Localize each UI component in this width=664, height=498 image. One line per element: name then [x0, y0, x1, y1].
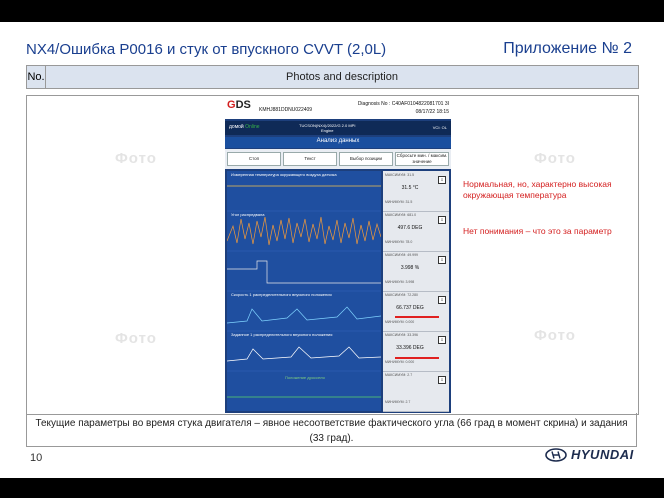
photo-placeholder-2: Фото: [534, 150, 576, 167]
value-row: МАКСИМУМ: 33.396 33.396 DEG МИНИМУМ: 0.0…: [383, 331, 449, 372]
plot-line-actual-position: [227, 306, 381, 324]
value-row: МАКСИМУМ: 2.7 МИНИМУМ: 2.7 ⇩: [383, 371, 449, 412]
caption: Текущие параметры во время стука двигате…: [26, 413, 637, 447]
plot-label: Положение дросселя: [285, 375, 325, 380]
plot-line-target-position: [227, 346, 381, 362]
gds-logo: GDS: [227, 99, 251, 111]
value-row: МАКСИМУМ: 49.999 3.998 % МИНИМУМ: 3.998 …: [383, 251, 449, 292]
plot-line-cam-angle: [227, 216, 381, 246]
top-black-bar: [0, 0, 664, 22]
value-row: МАКСИМУМ: 681.0 497.6 DEG МИНИМУМ: 78.0 …: [383, 211, 449, 252]
home-button[interactable]: домой Online: [229, 124, 260, 130]
value-text: 31.5 °C: [401, 185, 419, 191]
value-row: МАКСИМУМ: 31.5 31.5 °C МИНИМУМ: 31.5 ⇩: [383, 171, 449, 212]
table-header: No. Photos and description: [26, 65, 639, 89]
gds-screenshot: GDS KMHJ881DDNU022409 Diagnosis No : C40…: [225, 97, 451, 413]
slide-title: NX4/Ошибка P0016 и стук от впускного CVV…: [26, 41, 387, 58]
value-text: 66.737 DEG: [396, 305, 424, 311]
value-text: 3.998 %: [400, 265, 420, 271]
page-number: 10: [30, 452, 43, 464]
diagnosis-info: Diagnosis No : C40AF0104822081701 3I 08/…: [358, 100, 449, 116]
note-temperature: Нормальная, но, характерно высокая окруж…: [463, 179, 612, 200]
photo-placeholder-3: Фото: [115, 330, 157, 347]
hyundai-emblem-icon: [545, 447, 567, 462]
diagnosis-time: 08/17/22 18:15: [415, 109, 449, 115]
graph-toggle-icon[interactable]: ⇩: [438, 176, 446, 184]
vci-status: VCI: OL: [432, 125, 447, 130]
vin-number: KMHJ881DDNU022409: [259, 107, 313, 113]
plot-label: Заданное 1 распределительного впускного …: [231, 332, 333, 337]
note-unknown-parameter: Нет понимания – что это за параметр: [463, 226, 612, 236]
column-no: No.: [27, 66, 46, 88]
graph-toggle-icon[interactable]: ⇩: [438, 256, 446, 264]
stop-button[interactable]: Стоп: [227, 152, 281, 166]
gds-header: GDS KMHJ881DDNU022409 Diagnosis No : C40…: [225, 97, 451, 119]
graph-toggle-icon[interactable]: ⇩: [438, 216, 446, 224]
screen-title: Анализ данных: [316, 138, 360, 144]
value-text: 497.6 DEG: [397, 225, 423, 231]
value-text: 33.396 DEG: [396, 345, 424, 351]
plot-label: Измеренная температура окружающего возду…: [231, 172, 337, 177]
screen-title-bar: Анализ данных: [225, 137, 451, 148]
gds-nav-bar: домой Online TUCSON(NX4)/2022/G 2.0 MPI …: [225, 121, 451, 135]
column-photos: Photos and description: [46, 66, 638, 88]
vehicle-info: TUCSON(NX4)/2022/G 2.0 MPI Engine: [299, 123, 356, 133]
highlight-underline-target: [395, 357, 439, 359]
appendix-label: Приложение № 2: [503, 40, 632, 57]
diagnosis-number: Diagnosis No : C40AF0104822081701 3I: [357, 101, 449, 107]
graph-toggle-icon[interactable]: ⇩: [438, 336, 446, 344]
select-position-button[interactable]: Выбор позиции: [339, 152, 393, 166]
graph-toggle-icon[interactable]: ⇩: [438, 296, 446, 304]
brand-wordmark: HYUNDAI: [571, 447, 634, 462]
photo-placeholder-4: Фото: [534, 327, 576, 344]
photo-placeholder-1: Фото: [115, 150, 157, 167]
plot-label: Угол распредвала: [231, 212, 265, 217]
toolbar: Стоп Текст Выбор позиции Сбросьте мин. /…: [225, 149, 451, 169]
text-button[interactable]: Текст: [283, 152, 337, 166]
value-row: МАКСИМУМ: 72.280 66.737 DEG МИНИМУМ: 0.0…: [383, 291, 449, 332]
graph-toggle-icon[interactable]: ⇩: [438, 376, 446, 384]
plot-line-duty: [227, 260, 381, 284]
highlight-underline-actual: [395, 316, 439, 318]
hyundai-logo: HYUNDAI: [545, 447, 634, 462]
reset-minmax-button[interactable]: Сбросьте мин. / максим. значение: [395, 152, 449, 166]
bottom-black-bar: [0, 478, 664, 498]
plot-label: Скорость 1 распределительного впускного …: [231, 292, 332, 297]
value-panel: МАКСИМУМ: 31.5 31.5 °C МИНИМУМ: 31.5 ⇩ М…: [383, 171, 449, 412]
